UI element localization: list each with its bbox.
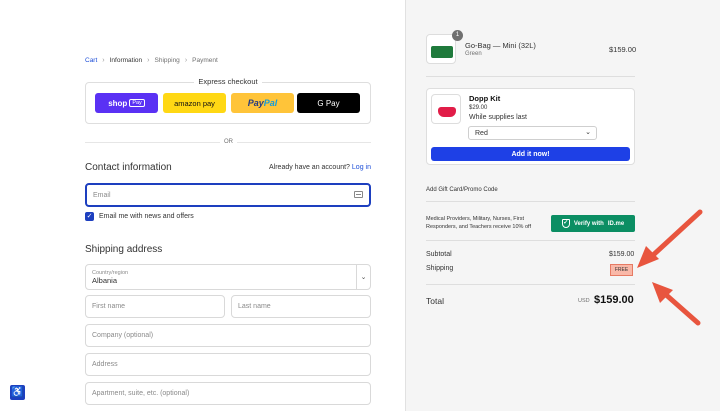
newsletter-label: Email me with news and offers [99,213,194,220]
shop-pay-button[interactable]: shop Pay [95,93,158,113]
cart-item-price: $159.00 [609,45,637,54]
divider [426,201,635,202]
first-name-field[interactable]: First name [85,295,225,318]
shipping-free-badge: FREE [610,264,633,276]
total-value: $159.00 [594,294,634,306]
upsell-variant-value: Red [475,129,488,137]
last-name-placeholder: Last name [238,303,271,310]
breadcrumb-information: Information [109,57,143,64]
upsell-note: While supplies last [469,114,527,121]
dopp-kit-image [438,107,456,117]
breadcrumb-shipping: Shipping [154,57,180,64]
cart-item-name: Go-Bag — Mini (32L) [465,41,536,50]
email-placeholder: Email [93,191,111,199]
express-checkout-title: Express checkout [194,77,262,86]
paypal-logo-pay: Pay [247,98,264,108]
login-link[interactable]: Log in [352,164,371,171]
subtotal-label: Subtotal [426,251,452,258]
paypal-button[interactable]: Pay Pal [231,93,294,113]
chevron-right-icon: › [102,57,105,64]
verify-idme-button[interactable]: ✓ Verify with ID.me [551,215,635,232]
cart-item-variant: Green [465,51,482,57]
add-it-now-button[interactable]: Add it now! [431,147,630,161]
shipping-label: Shipping [426,265,454,272]
email-field[interactable]: Email [85,183,371,207]
divider [426,284,635,285]
country-value: Albania [92,275,118,285]
subtotal-value: $159.00 [609,251,635,258]
company-field[interactable]: Company (optional) [85,324,371,347]
shop-pay-logo: shop [108,98,128,108]
shipping-address-title: Shipping address [85,244,163,255]
go-bag-thumbnail [426,34,456,64]
breadcrumb: Cart › Information › Shipping › Payment [85,57,218,64]
total-label: Total [426,296,444,306]
divider [426,240,635,241]
idme-discount-text: Medical Providers, Military, Nurses, Fir… [426,216,531,230]
dopp-kit-thumbnail [431,94,461,124]
account-question: Already have an account? [269,164,350,171]
breadcrumb-payment: Payment [192,57,218,64]
apartment-field[interactable]: Apartment, suite, etc. (optional) [85,382,371,405]
divider [426,76,635,77]
first-name-placeholder: First name [92,303,126,310]
amazon-pay-logo: amazon pay [174,98,215,108]
account-prompt: Already have an account? Log in [269,164,371,171]
chevron-down-icon: ⌄ [356,265,370,289]
country-select[interactable]: Country/region Albania ⌄ [85,264,371,290]
google-pay-logo: G Pay [317,98,340,108]
company-placeholder: Company (optional) [92,332,154,339]
contact-title: Contact information [85,162,172,173]
chevron-right-icon: › [147,57,150,64]
verify-label: Verify with [573,220,604,227]
last-name-field[interactable]: Last name [231,295,371,318]
newsletter-row: ✓ Email me with news and offers [85,212,194,221]
address-placeholder: Address [92,361,118,368]
shield-check-icon: ✓ [561,219,570,228]
idme-logo: ID.me [607,220,625,227]
breadcrumb-cart[interactable]: Cart [85,57,97,64]
gift-card-link[interactable]: Add Gift Card/Promo Code [426,187,498,193]
address-field[interactable]: Address [85,353,371,376]
paypal-logo-pal: Pal [263,98,278,108]
chevron-right-icon: › [184,57,188,64]
shop-pay-tag: Pay [129,99,145,107]
amazon-pay-button[interactable]: amazon pay [163,93,226,113]
apartment-placeholder: Apartment, suite, etc. (optional) [92,390,190,397]
upsell-name: Dopp Kit [469,94,501,103]
go-bag-image [431,46,453,58]
google-pay-button[interactable]: G Pay [297,93,360,113]
newsletter-checkbox[interactable]: ✓ [85,212,94,221]
total-currency: USD [578,298,590,304]
upsell-price: $29.00 [469,105,488,111]
accessibility-icon[interactable]: ♿ [10,385,25,400]
or-text: OR [220,139,237,145]
chevron-down-icon: ⌄ [585,129,591,136]
contact-card-icon [354,191,363,198]
quantity-badge: 1 [452,30,463,41]
upsell-variant-select[interactable]: Red ⌄ [468,126,597,140]
